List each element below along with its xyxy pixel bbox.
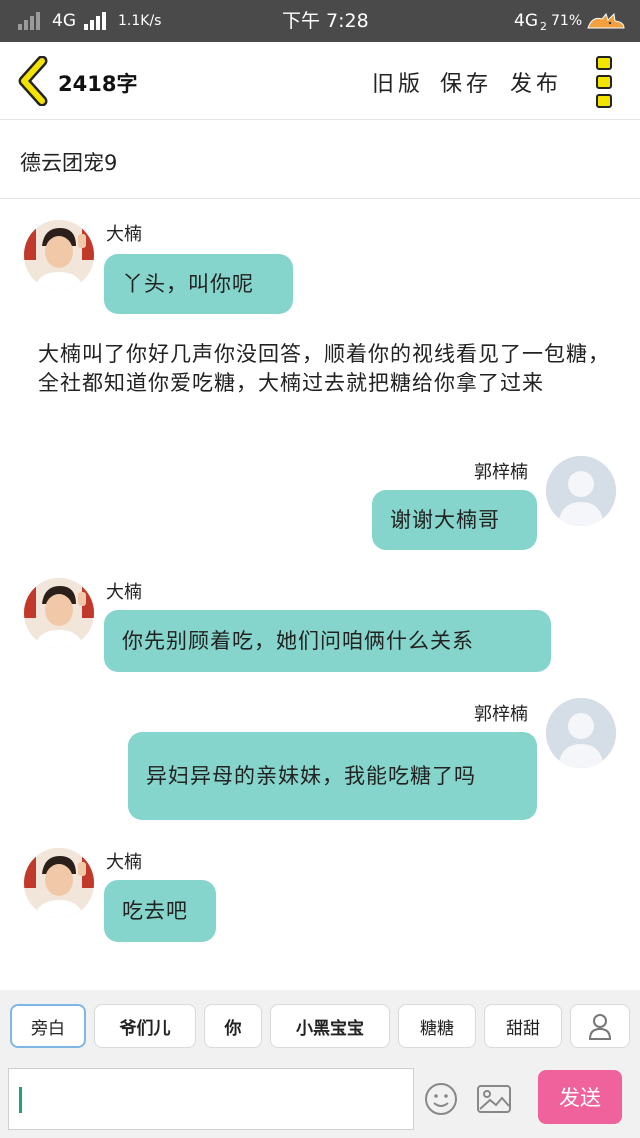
word-count: 2418字: [58, 72, 138, 96]
message-bubble[interactable]: 丫头，叫你呢: [104, 254, 293, 314]
message-bubble[interactable]: 异妇异母的亲妹妹，我能吃糖了吗: [128, 732, 537, 820]
message-input[interactable]: [8, 1068, 414, 1130]
save-button[interactable]: 保存: [440, 66, 492, 98]
image-icon: [477, 1085, 511, 1113]
publish-button[interactable]: 发布: [510, 66, 562, 98]
avatar-photo-icon: [24, 220, 94, 290]
story-title: 德云团宠9: [20, 151, 118, 175]
menu-dot-icon: [596, 75, 612, 89]
message-bubble[interactable]: 你先别顾着吃，她们问咱俩什么关系: [104, 610, 551, 672]
message-text: 你先别顾着吃，她们问咱俩什么关系: [122, 628, 474, 653]
sim-slot: 2: [540, 20, 547, 33]
battery-cat-icon: [587, 12, 625, 29]
chevron-left-icon: [18, 55, 48, 107]
add-role-button[interactable]: [570, 1004, 630, 1048]
speaker-name: 郭梓楠: [474, 462, 528, 483]
avatar[interactable]: [24, 220, 94, 290]
avatar[interactable]: [546, 698, 616, 768]
clock: 下午 7:28: [282, 10, 369, 32]
battery-level: 71%: [551, 13, 583, 29]
send-button[interactable]: 发送: [538, 1070, 622, 1124]
menu-dot-icon: [596, 56, 612, 70]
narration-text[interactable]: 大楠叫了你好几声你没回答，顺着你的视线看见了一包糖，全社都知道你爱吃糖，大楠过去…: [38, 340, 610, 398]
default-avatar-icon: [546, 698, 616, 768]
person-icon: [588, 1014, 612, 1040]
signal-icon: [84, 12, 106, 30]
network-type-left: 4G: [52, 11, 76, 31]
emoji-button[interactable]: [424, 1082, 458, 1116]
message-text: 吃去吧: [122, 898, 188, 923]
menu-dot-icon: [596, 94, 612, 108]
network-type-right: 4G: [514, 11, 538, 31]
signal-icon: [18, 12, 40, 30]
avatar[interactable]: [546, 456, 616, 526]
top-bar: 2418字 旧版 保存 发布: [0, 42, 640, 120]
message-bubble[interactable]: 吃去吧: [104, 880, 216, 942]
role-chip[interactable]: 糖糖: [398, 1004, 476, 1048]
more-menu-button[interactable]: [592, 54, 616, 110]
avatar-photo-icon: [24, 848, 94, 918]
role-chip[interactable]: 小黑宝宝: [270, 1004, 390, 1048]
message-text: 异妇异母的亲妹妹，我能吃糖了吗: [146, 763, 476, 788]
message-bubble[interactable]: 谢谢大楠哥: [372, 490, 537, 550]
avatar[interactable]: [24, 578, 94, 648]
role-chip[interactable]: 你: [204, 1004, 262, 1048]
role-chip[interactable]: 爷们儿: [94, 1004, 196, 1048]
speaker-name: 大楠: [106, 852, 142, 873]
speaker-name: 大楠: [106, 582, 142, 603]
network-speed: 1.1K/s: [118, 13, 162, 29]
old-version-button[interactable]: 旧版: [372, 66, 424, 98]
speaker-name: 郭梓楠: [474, 704, 528, 725]
speaker-name: 大楠: [106, 224, 142, 245]
smiley-icon: [425, 1083, 457, 1115]
image-button[interactable]: [476, 1082, 511, 1116]
avatar-photo-icon: [24, 578, 94, 648]
composer-bar: 发送: [0, 1066, 640, 1138]
role-chip-narration[interactable]: 旁白: [10, 1004, 86, 1048]
message-text: 谢谢大楠哥: [390, 507, 500, 532]
text-caret: [19, 1087, 22, 1113]
role-selector-bar: 旁白 爷们儿 你 小黑宝宝 糖糖 甜甜: [0, 990, 640, 1066]
back-button[interactable]: [14, 55, 54, 107]
story-title-row[interactable]: 德云团宠9: [0, 121, 640, 199]
avatar[interactable]: [24, 848, 94, 918]
status-bar: 4G 1.1K/s 下午 7:28 4G 2 71%: [0, 0, 640, 42]
role-chip[interactable]: 甜甜: [484, 1004, 562, 1048]
message-text: 丫头，叫你呢: [122, 271, 254, 296]
default-avatar-icon: [546, 456, 616, 526]
